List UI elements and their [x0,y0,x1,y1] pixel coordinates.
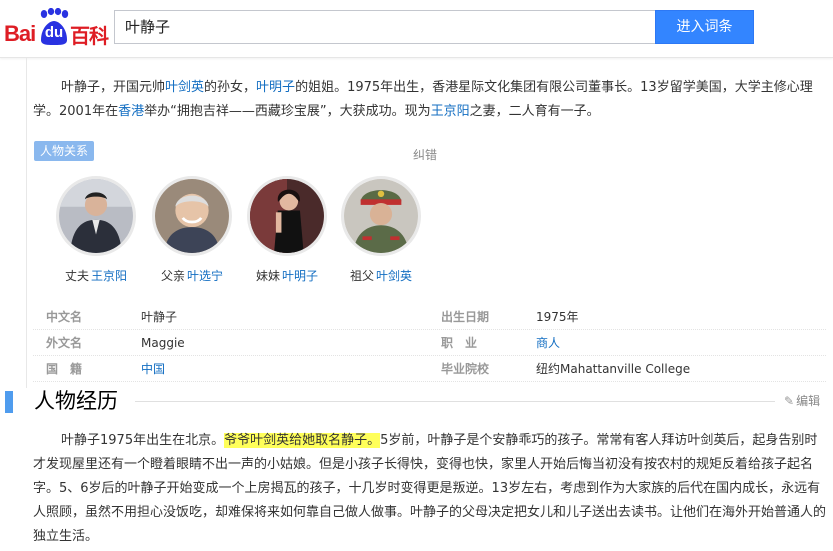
info-value: Maggie [141,336,185,350]
relation-label: 妹妹 叶明子 [237,267,337,284]
section-title: 人物经历 [34,389,118,413]
relation-card[interactable]: 父亲 叶选宁 [142,176,242,284]
nationality-link[interactable]: 中国 [141,356,165,382]
summary-text: 之妻，二人育有一子。 [469,104,600,119]
section-marker [5,391,13,413]
logo-bai-text: Bai [4,21,36,46]
info-key: 外文名 [46,336,83,350]
info-row: 中文名 叶静子 出生日期 1975年 [33,304,826,330]
link-ye-mingzi[interactable]: 叶明子 [256,80,295,95]
pencil-icon: ✎ [784,394,795,408]
section-paragraph: 叶静子1975年出生在北京。爷爷叶剑英给她取名静子。5岁前，叶静子是个安静乖巧的… [33,429,826,549]
relation-name-link[interactable]: 王京阳 [91,269,127,283]
summary-text: 的孙女， [204,80,257,95]
paragraph-text: 5岁前，叶静子是个安静乖巧的孩子。常常有客人拜访叶剑英后，起身告别时才发现屋里还… [33,433,827,544]
logo-du-text: du [44,24,64,41]
entry-summary: 叶静子，开国元帅叶剑英的孙女，叶明子的姐姐。1975年出生，香港星际文化集团有限… [33,76,826,124]
person-photo-icon [344,179,418,253]
relation-name-link[interactable]: 叶明子 [282,269,318,283]
enter-entry-button[interactable]: 进入词条 [655,10,754,44]
info-row: 外文名 Maggie 职 业 商人 [33,330,826,356]
info-key: 职 业 [441,336,478,350]
info-value: 纽约Mahattanville College [536,362,691,376]
avatar[interactable] [247,176,327,256]
relation-name-link[interactable]: 叶选宁 [187,269,223,283]
info-value: 叶静子 [141,310,178,324]
edit-label: 编辑 [796,394,821,408]
relation-label: 父亲 叶选宁 [142,267,242,284]
relation-role: 祖父 [349,269,374,283]
relation-role: 父亲 [160,269,185,283]
person-photo-icon [155,179,229,253]
relation-role: 丈夫 [64,269,89,283]
baidu-baike-logo[interactable]: Bai du 百科 [4,8,109,48]
link-hong-kong[interactable]: 香港 [118,104,144,119]
relation-role: 妹妹 [255,269,280,283]
content-left-border [26,58,27,388]
avatar[interactable] [341,176,421,256]
link-ye-jianying[interactable]: 叶剑英 [165,80,204,95]
relation-label: 丈夫 王京阳 [46,267,146,284]
link-wang-jingyang[interactable]: 王京阳 [431,104,470,119]
occupation-link[interactable]: 商人 [536,330,560,356]
correct-link[interactable]: 纠错 [413,146,437,163]
summary-text: 举办“拥抱吉祥——西藏珍宝展”，大获成功。现为 [144,104,431,119]
relation-name-link[interactable]: 叶剑英 [376,269,412,283]
info-row: 国 籍 中国 毕业院校 纽约Mahattanville College [33,356,826,382]
avatar[interactable] [56,176,136,256]
paragraph-text: 叶静子1975年出生在北京。 [61,433,225,448]
relation-card[interactable]: 妹妹 叶明子 [237,176,337,284]
info-key: 国 籍 [46,362,83,376]
info-key: 中文名 [46,310,83,324]
summary-text: 叶静子，开国元帅 [61,80,166,95]
basic-info-table: 中文名 叶静子 出生日期 1975年 外文名 Maggie 职 业 商人 国 籍… [33,304,826,382]
search-input[interactable]: 叶静子 [114,10,655,44]
person-photo-icon [250,179,324,253]
logo-baike-text: 百科 [70,24,109,48]
relation-card[interactable]: 丈夫 王京阳 [46,176,146,284]
info-value: 1975年 [536,310,579,324]
section-divider [135,401,775,402]
relation-card[interactable]: 祖父 叶剑英 [331,176,431,284]
info-key: 毕业院校 [441,362,490,376]
top-header: Bai du 百科 叶静子 进入词条 [0,0,833,58]
relation-label: 祖父 叶剑英 [331,267,431,284]
relations-tag: 人物关系 [34,141,95,161]
avatar[interactable] [152,176,232,256]
edit-button[interactable]: ✎ 编辑 [784,392,820,410]
person-photo-icon [59,179,133,253]
highlighted-text: 爷爷叶剑英给她取名静子。 [224,433,381,448]
info-key: 出生日期 [441,310,490,324]
